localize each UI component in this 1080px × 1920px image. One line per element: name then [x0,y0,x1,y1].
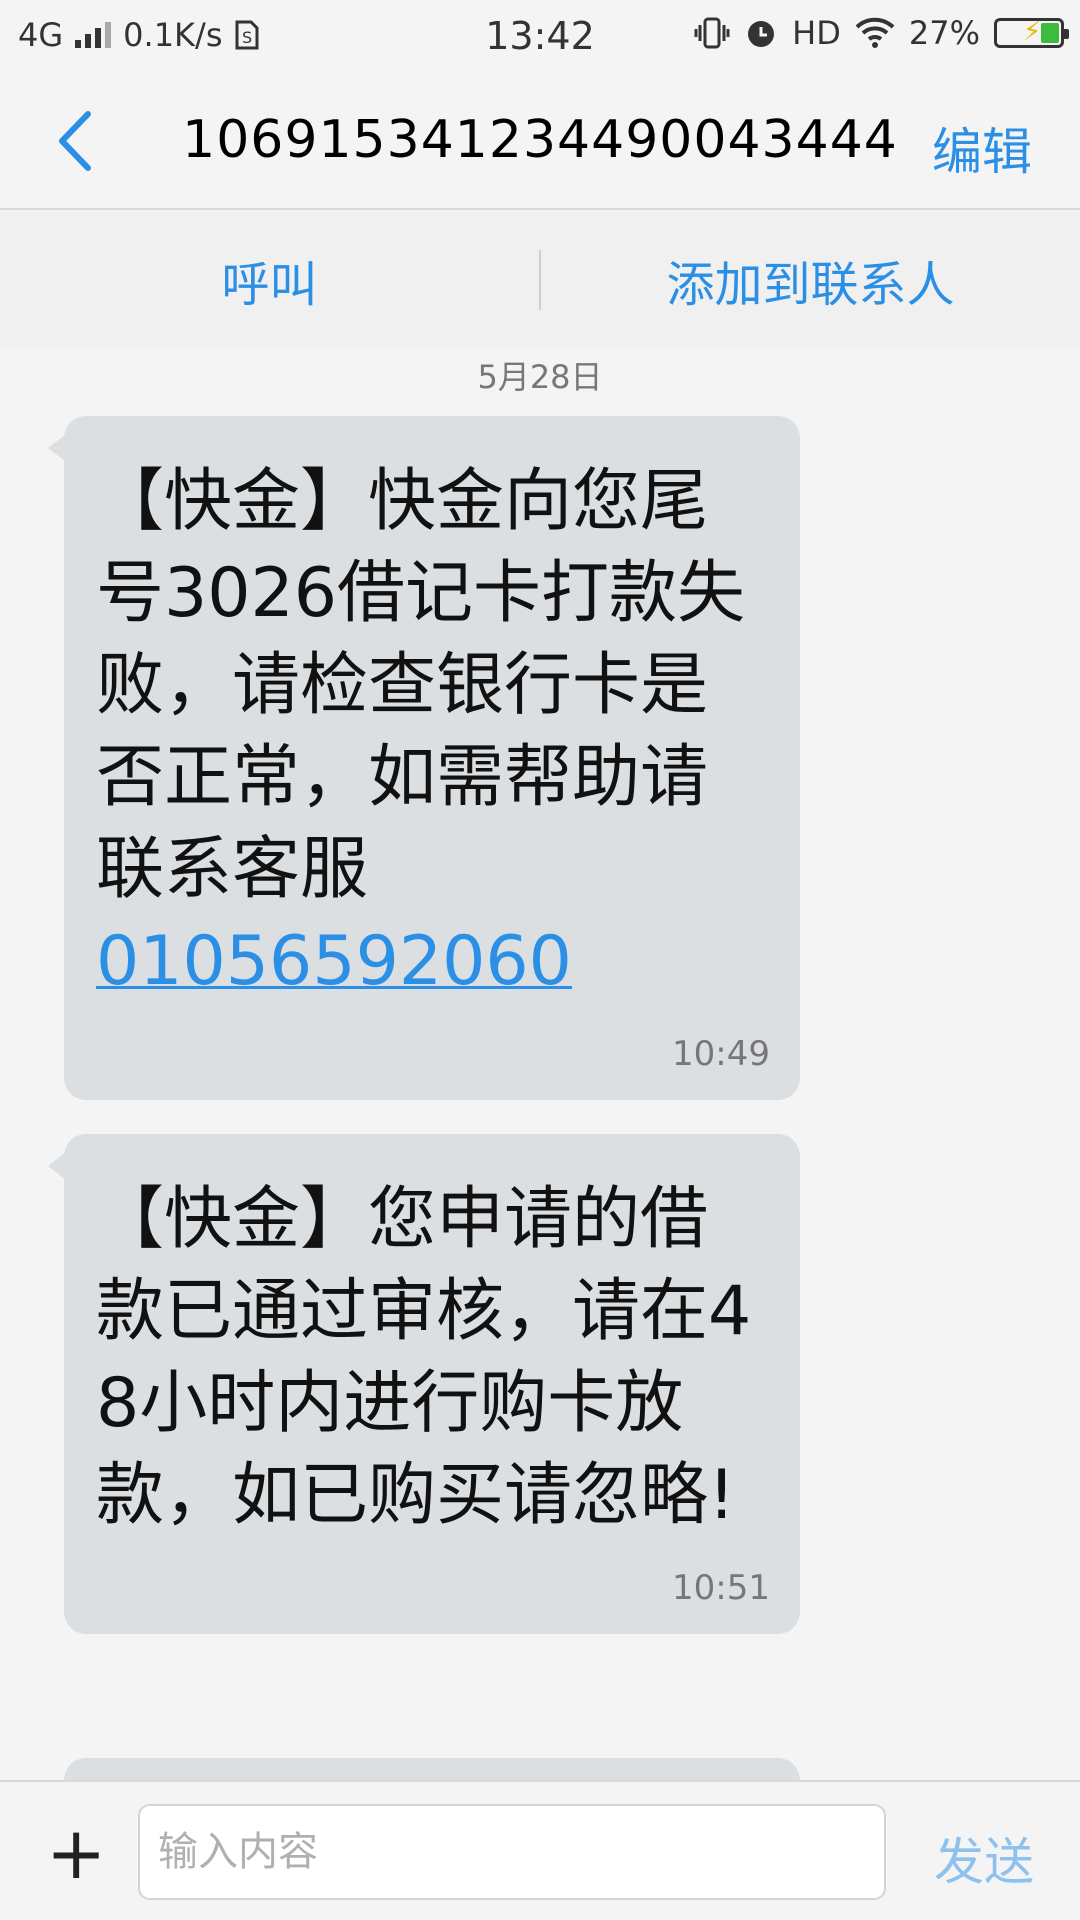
message-time: 10:49 [672,1034,770,1074]
message-time: 10:51 [672,1568,770,1608]
hd-label: HD [792,14,841,52]
bubble-tail [48,434,66,462]
attach-plus-button[interactable]: + [46,1817,106,1889]
date-separator: 5月28日 [477,358,603,396]
sender-number: 106915341234490043444 [182,110,898,170]
vibrate-icon [694,17,730,49]
status-bar: 4G 0.1K/s S 13:42 HD 27% ⚡ [0,0,1080,76]
message-bubble[interactable]: 【快金】您申请的借款已通过审核，请在48小时内进行购卡放款，如已购买请忽略! 1… [48,1134,800,1634]
message-bubble[interactable]: 【快金】快金向您尾号3026借记卡打款失败，请检查银行卡是否正常，如需帮助请联系… [48,416,800,1100]
conversation-header: 106915341234490043444 编辑 [0,76,1080,210]
wifi-icon [855,17,895,48]
message-input[interactable] [138,1804,886,1900]
battery-percent: 27% [908,14,980,52]
battery-icon: ⚡ [994,17,1069,48]
add-to-contacts-button[interactable]: 添加到联系人 [541,245,1080,315]
call-button[interactable]: 呼叫 [0,245,539,315]
phone-link[interactable]: 01056592060 [96,922,572,1001]
bubble-tail [48,1152,66,1180]
edit-button[interactable]: 编辑 [932,112,1032,184]
composer-bar: + 发送 [0,1780,1080,1920]
message-body: 【快金】您申请的借款已通过审核，请在48小时内进行购卡放款，如已购买请忽略! [96,1180,752,1535]
contact-actions: 呼叫 添加到联系人 [0,212,1080,348]
message-body: 【快金】快金向您尾号3026借记卡打款失败，请检查银行卡是否正常，如需帮助请联系… [96,462,746,909]
send-button[interactable]: 发送 [934,1822,1034,1894]
alarm-icon [748,21,775,47]
message-text: 【快金】快金向您尾号3026借记卡打款失败，请检查银行卡是否正常，如需帮助请联系… [96,456,770,1008]
